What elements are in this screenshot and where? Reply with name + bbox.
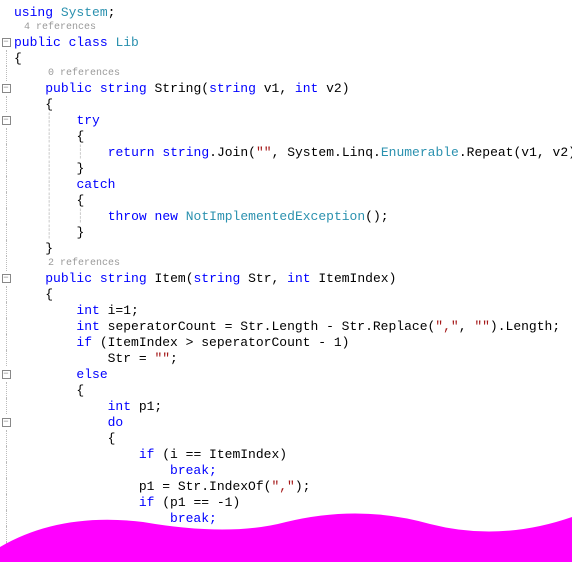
code-line: − ┊ try <box>0 112 572 128</box>
code-editor[interactable]: using System; 4 references − public clas… <box>0 0 572 558</box>
keyword-using: using <box>14 5 53 20</box>
code-line: − public string Item(string Str, int Ite… <box>0 270 572 286</box>
minus-icon: − <box>2 370 11 379</box>
minus-icon: − <box>2 274 11 283</box>
minus-icon: − <box>2 84 11 93</box>
fold-toggle[interactable]: − <box>0 418 12 427</box>
minus-icon: − <box>2 418 11 427</box>
torn-edge-decoration <box>0 512 572 562</box>
code-line: ┊ ┊ throw new NotImplementedException(); <box>0 208 572 224</box>
codelens-refs[interactable]: 2 references <box>0 256 572 270</box>
code-line: using System; <box>0 4 572 20</box>
code-line: ┊ ┊ return string.Join("", System.Linq.E… <box>0 144 572 160</box>
fold-toggle[interactable]: − <box>0 370 12 379</box>
fold-toggle[interactable]: − <box>0 38 12 47</box>
codelens-refs[interactable]: 4 references <box>0 20 572 34</box>
minus-icon: − <box>2 38 11 47</box>
code-line: − public class Lib <box>0 34 572 50</box>
code-line: − do <box>0 414 572 430</box>
codelens-refs[interactable]: 0 references <box>0 66 572 80</box>
minus-icon: − <box>2 116 11 125</box>
fold-toggle[interactable]: − <box>0 84 12 93</box>
fold-toggle[interactable]: − <box>0 274 12 283</box>
code-line: − public string String(string v1, int v2… <box>0 80 572 96</box>
type-system: System <box>61 5 108 20</box>
code-line: − else <box>0 366 572 382</box>
fold-toggle[interactable]: − <box>0 116 12 125</box>
